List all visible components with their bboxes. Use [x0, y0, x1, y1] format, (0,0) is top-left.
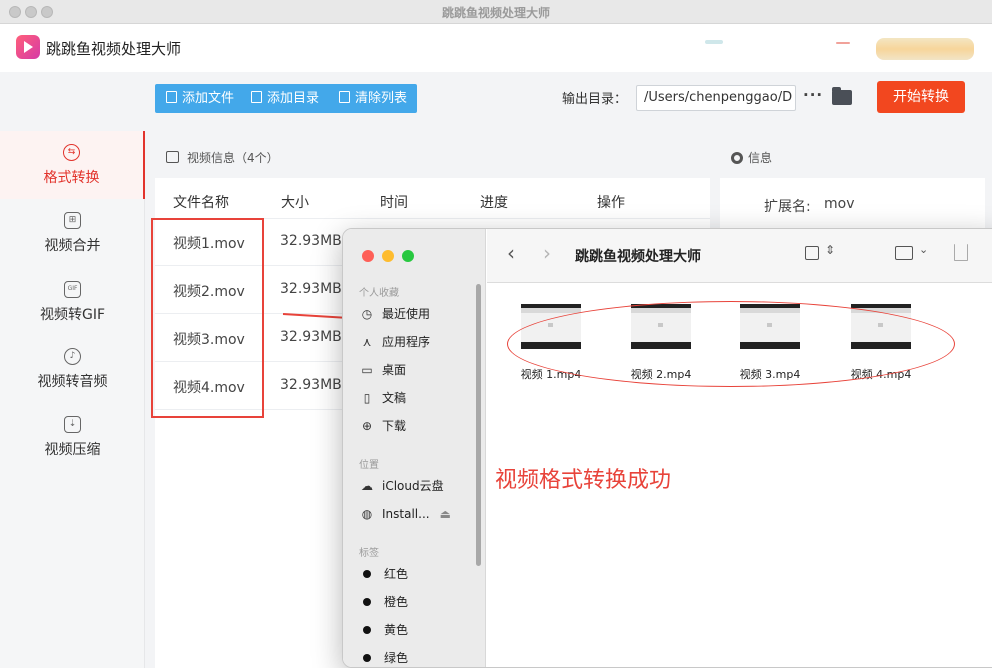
finder-sidebar-scrollbar[interactable]	[476, 284, 481, 566]
column-header-name: 文件名称	[173, 195, 229, 211]
finder-sidebar: 个人收藏 ◷ 最近使用 ⋏ 应用程序 ▭ 桌面 ▯ 文稿 ⊕ 下载 位置 ☁ iCloud云…	[343, 229, 486, 667]
finder-item-recent[interactable]: ◷ 最近使用	[360, 305, 430, 323]
finder-item-desktop[interactable]: ▭ 桌面	[360, 361, 406, 379]
column-header-progress: 进度	[480, 195, 508, 211]
title-bar: 跳跳鱼视频处理大师	[0, 0, 992, 24]
tag-dot-icon	[363, 570, 371, 578]
back-icon[interactable]: ‹	[507, 241, 515, 265]
file-size: 32.93MB	[280, 281, 342, 297]
finder-tag-red[interactable]: 红色	[360, 565, 408, 583]
tag-dot-icon	[363, 626, 371, 634]
file-size: 32.93MB	[280, 233, 342, 249]
sidebar-item-compress[interactable]: ⇣ 视频压缩	[0, 416, 145, 459]
chevron-down-icon[interactable]: ⌄	[919, 243, 928, 256]
convert-icon: ⇆	[63, 144, 80, 161]
finder-tag-orange[interactable]: 橙色	[360, 593, 408, 611]
tag-dot-icon	[363, 598, 371, 606]
sidebar-item-label: 视频转音频	[37, 374, 108, 390]
finder-window: 个人收藏 ◷ 最近使用 ⋏ 应用程序 ▭ 桌面 ▯ 文稿 ⊕ 下载 位置 ☁ iCloud云…	[342, 228, 992, 668]
more-options-button[interactable]: ···	[803, 86, 823, 104]
share-icon[interactable]	[954, 244, 968, 261]
toolbar: 添加文件 添加目录 清除列表	[155, 84, 417, 113]
sidebar-item-label: 视频合并	[44, 238, 101, 254]
extension-label: 扩展名:	[764, 199, 811, 215]
info-panel-header: 信息	[720, 138, 985, 178]
sort-chevron-icon[interactable]: ⇕	[825, 243, 835, 257]
folder-icon	[251, 91, 262, 103]
group-view-icon[interactable]	[895, 246, 913, 260]
user-badge[interactable]	[876, 38, 974, 60]
finder-close-button[interactable]	[362, 250, 374, 262]
gear-icon	[731, 152, 743, 164]
column-header-action: 操作	[597, 195, 625, 211]
app-logo-icon	[16, 35, 40, 59]
finder-tag-green[interactable]: 绿色	[360, 649, 408, 667]
finder-item-documents[interactable]: ▯ 文稿	[360, 389, 406, 407]
grid-view-icon[interactable]	[805, 246, 819, 260]
highlight-box	[151, 218, 264, 418]
open-folder-icon[interactable]	[832, 87, 852, 105]
finder-item-icloud[interactable]: ☁ iCloud云盘	[360, 477, 444, 495]
cloud-icon: ☁	[361, 479, 373, 493]
app-header: 跳跳鱼视频处理大师	[0, 24, 992, 72]
finder-item-downloads[interactable]: ⊕ 下载	[360, 417, 406, 435]
trash-icon	[339, 91, 350, 103]
clock-icon: ◷	[361, 307, 373, 321]
download-icon: ⊕	[361, 419, 373, 433]
success-annotation: 视频格式转换成功	[495, 468, 672, 493]
column-header-time: 时间	[380, 195, 408, 211]
finder-item-applications[interactable]: ⋏ 应用程序	[360, 333, 430, 351]
gif-icon: GIF	[64, 281, 81, 298]
image-icon	[166, 151, 179, 163]
output-dir-label: 输出目录：	[562, 92, 628, 107]
sidebar-item-label: 格式转换	[43, 170, 100, 186]
file-size: 32.93MB	[280, 377, 342, 393]
app-title: 跳跳鱼视频处理大师	[46, 40, 182, 58]
finder-title: 跳跳鱼视频处理大师	[575, 249, 701, 265]
clear-list-button[interactable]: 清除列表	[339, 84, 407, 113]
tags-section-label: 标签	[359, 548, 379, 559]
output-path-field[interactable]: /Users/chenpenggao/D	[636, 85, 796, 111]
finder-item-install[interactable]: ◍ Install... ⏏	[360, 505, 451, 523]
highlight-ellipse	[507, 301, 955, 387]
window-title: 跳跳鱼视频处理大师	[441, 6, 550, 20]
sidebar-item-label: 视频压缩	[44, 442, 101, 458]
favorites-section-label: 个人收藏	[359, 288, 399, 299]
finder-tag-yellow[interactable]: 黄色	[360, 621, 408, 639]
sidebar-item-merge[interactable]: ⊞ 视频合并	[0, 212, 145, 255]
finder-minimize-button[interactable]	[382, 250, 394, 262]
locations-section-label: 位置	[359, 460, 379, 471]
add-file-button[interactable]: 添加文件	[166, 84, 234, 113]
disk-icon: ◍	[361, 507, 373, 521]
forward-icon[interactable]: ›	[543, 241, 551, 265]
document-icon: ▯	[363, 391, 371, 405]
column-header-size: 大小	[281, 195, 309, 211]
tag-dot-icon	[363, 654, 371, 662]
sidebar-item-label: 视频转GIF	[39, 307, 106, 323]
finder-toolbar: ‹ › ⇕ ⌄	[487, 229, 992, 283]
finder-maximize-button[interactable]	[402, 250, 414, 262]
file-icon	[166, 91, 177, 103]
start-convert-button[interactable]: 开始转换	[877, 81, 965, 113]
eject-icon[interactable]: ⏏	[440, 507, 451, 521]
sidebar-item-format-convert[interactable]: ⇆ 格式转换	[0, 131, 145, 199]
desktop-icon: ▭	[361, 363, 373, 377]
audio-icon: ♪	[64, 348, 81, 365]
video-panel-header: 视频信息（4个）	[155, 138, 710, 178]
sidebar: ⇆ 格式转换 ⊞ 视频合并 GIF 视频转GIF ♪ 视频转音频 ⇣ 视频压缩	[0, 131, 145, 668]
blurred-element	[836, 42, 850, 44]
sidebar-item-gif[interactable]: GIF 视频转GIF	[0, 281, 145, 324]
apps-icon: ⋏	[362, 335, 372, 349]
sidebar-item-audio[interactable]: ♪ 视频转音频	[0, 348, 145, 391]
compress-icon: ⇣	[64, 416, 81, 433]
add-directory-button[interactable]: 添加目录	[251, 84, 319, 113]
merge-icon: ⊞	[64, 212, 81, 229]
extension-value: mov	[824, 196, 855, 212]
blurred-element	[705, 40, 723, 44]
